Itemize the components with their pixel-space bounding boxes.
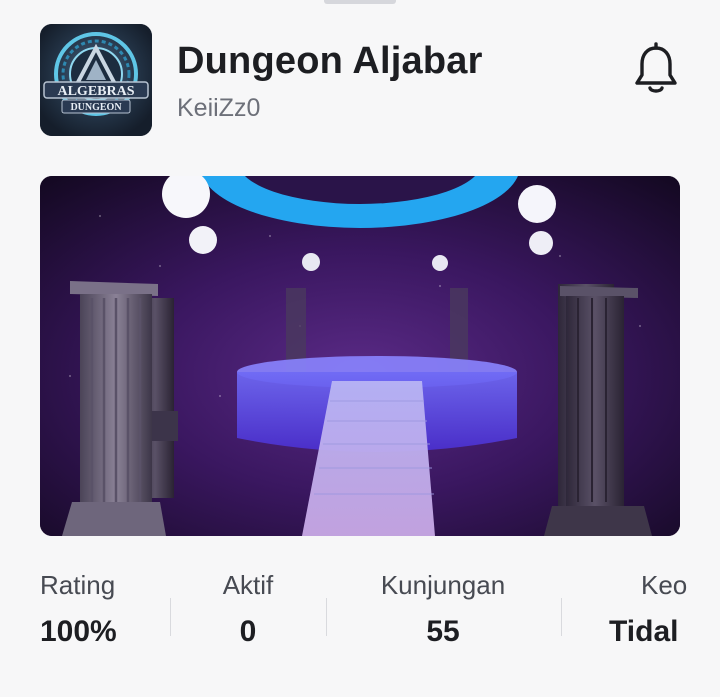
game-creator[interactable]: KeiiZz0 bbox=[177, 94, 260, 123]
game-icon-text-bottom: DUNGEON bbox=[70, 102, 122, 113]
stat-active-label: Aktif bbox=[222, 570, 274, 600]
game-header: ALGEBRAS DUNGEON Dungeon Aljabar KeiiZz0 bbox=[40, 24, 680, 136]
game-icon-art: ALGEBRAS DUNGEON bbox=[40, 24, 152, 136]
game-stats: Rating 100% Aktif 0 Kunjungan 55 Keo Tid… bbox=[0, 570, 720, 670]
stat-genre-label: Keo bbox=[641, 570, 688, 600]
stat-divider bbox=[561, 598, 562, 636]
game-thumbnail[interactable] bbox=[40, 176, 680, 536]
stat-divider bbox=[170, 598, 171, 636]
stat-visits-value: 55 bbox=[426, 615, 460, 648]
game-thumbnail-art bbox=[40, 176, 680, 536]
stat-divider bbox=[326, 598, 327, 636]
stat-rating-value: 100% bbox=[40, 615, 117, 648]
stat-rating-label: Rating bbox=[40, 570, 116, 600]
stat-genre-value: Tidal bbox=[609, 615, 679, 648]
stat-active-value: 0 bbox=[239, 615, 257, 648]
game-icon-text-top: ALGEBRAS bbox=[57, 84, 134, 99]
game-icon: ALGEBRAS DUNGEON bbox=[40, 24, 152, 136]
stat-genre: Keo Tidal bbox=[609, 570, 720, 649]
stat-visits: Kunjungan 55 bbox=[362, 570, 524, 649]
stat-rating: Rating 100% bbox=[40, 570, 122, 649]
bell-icon[interactable] bbox=[632, 42, 680, 96]
sheet-drag-handle[interactable] bbox=[324, 0, 396, 4]
stat-visits-label: Kunjungan bbox=[380, 570, 506, 600]
stat-active: Aktif 0 bbox=[198, 570, 298, 649]
game-title: Dungeon Aljabar bbox=[177, 40, 483, 82]
